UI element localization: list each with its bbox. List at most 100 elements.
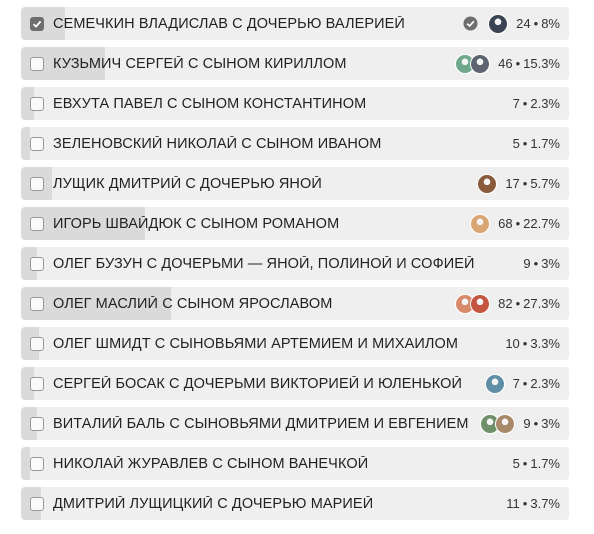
avatar[interactable] (488, 13, 509, 34)
vote-stats: 5 • 1.7% (513, 456, 560, 471)
checkbox-icon[interactable] (30, 336, 44, 351)
separator-dot: • (522, 456, 528, 471)
checkbox-icon[interactable] (30, 216, 44, 231)
separator-dot: • (522, 96, 528, 111)
vote-count: 9 (523, 256, 531, 271)
poll-option[interactable]: ОЛЕГ МАСЛИЙ С СЫНОМ ЯРОСЛАВОМ 82 • 27.3% (21, 287, 569, 320)
checkbox-icon[interactable] (30, 16, 44, 31)
poll-option[interactable]: ВИТАЛИЙ БАЛЬ С СЫНОВЬЯМИ ДМИТРИЕМ И ЕВГЕ… (21, 407, 569, 440)
vote-stats: 24 • 8% (516, 16, 560, 31)
poll-option[interactable]: ЗЕЛЕНОВСКИЙ НИКОЛАЙ С СЫНОМ ИВАНОМ 5 • 1.7% (21, 127, 569, 160)
separator-dot: • (522, 176, 528, 191)
checkbox-icon[interactable] (30, 136, 44, 151)
vote-percent: 8% (541, 16, 560, 31)
voter-avatars[interactable] (484, 373, 505, 394)
vote-percent: 1.7% (530, 456, 560, 471)
separator-dot: • (515, 296, 521, 311)
option-label: КУЗЬМИЧ СЕРГЕЙ С СЫНОМ КИРИЛЛОМ (53, 55, 347, 72)
voter-avatars[interactable] (455, 53, 491, 74)
checkbox-icon[interactable] (30, 56, 44, 71)
avatar[interactable] (495, 413, 516, 434)
vote-percent: 3.3% (530, 336, 560, 351)
vote-stats: 11 • 3.7% (506, 496, 560, 511)
option-label: ОЛЕГ БУЗУН С ДОЧЕРЬМИ — ЯНОЙ, ПОЛИНОЙ И … (53, 255, 475, 272)
poll-option[interactable]: НИКОЛАЙ ЖУРАВЛЕВ С СЫНОМ ВАНЕЧКОЙ 5 • 1.7% (21, 447, 569, 480)
vote-stats: 7 • 2.3% (513, 96, 560, 111)
poll-option[interactable]: КУЗЬМИЧ СЕРГЕЙ С СЫНОМ КИРИЛЛОМ 46 • 15.3% (21, 47, 569, 80)
vote-stats: 10 • 3.3% (505, 336, 560, 351)
vote-count: 5 (512, 136, 520, 151)
vote-count: 17 (505, 176, 520, 191)
separator-dot: • (522, 376, 528, 391)
vote-stats: 46 • 15.3% (498, 56, 560, 71)
separator-dot: • (533, 416, 539, 431)
checkbox-icon[interactable] (30, 256, 44, 271)
checkbox-icon[interactable] (30, 176, 44, 191)
vote-count: 7 (512, 96, 520, 111)
vote-count: 5 (512, 456, 520, 471)
option-label: ЕВХУТА ПАВЕЛ С СЫНОМ КОНСТАНТИНОМ (53, 95, 367, 112)
option-label: ВИТАЛИЙ БАЛЬ С СЫНОВЬЯМИ ДМИТРИЕМ И ЕВГЕ… (53, 415, 469, 432)
vote-percent: 1.7% (530, 136, 560, 151)
separator-dot: • (533, 16, 539, 31)
poll-option[interactable]: СЕМЕЧКИН ВЛАДИСЛАВ С ДОЧЕРЬЮ ВАЛЕРИЕЙ 24 •… (21, 7, 569, 40)
avatar[interactable] (470, 213, 491, 234)
poll-option[interactable]: ДМИТРИЙ ЛУЩИЦКИЙ С ДОЧЕРЬЮ МАРИЕЙ 11 • 3.7% (21, 487, 569, 520)
option-label: ОЛЕГ ШМИДТ С СЫНОВЬЯМИ АРТЕМИЕМ И МИХАИЛ… (53, 335, 459, 352)
option-label: ЛУЩИК ДМИТРИЙ С ДОЧЕРЬЮ ЯНОЙ (53, 175, 322, 192)
vote-stats: 82 • 27.3% (498, 296, 560, 311)
vote-percent: 2.3% (530, 376, 560, 391)
vote-stats: 9 • 3% (523, 256, 560, 271)
vote-count: 24 (516, 16, 531, 31)
avatar[interactable] (470, 293, 491, 314)
option-label: СЕРГЕЙ БОСАК С ДОЧЕРЬМИ ВИКТОРИЕЙ И ЮЛЕН… (53, 375, 462, 392)
poll-option[interactable]: ЕВХУТА ПАВЕЛ С СЫНОМ КОНСТАНТИНОМ 7 • 2.3% (21, 87, 569, 120)
checkbox-icon[interactable] (30, 456, 44, 471)
checkbox-icon[interactable] (30, 296, 44, 311)
avatar[interactable] (484, 373, 505, 394)
separator-dot: • (515, 56, 521, 71)
voter-avatars[interactable] (480, 413, 516, 434)
poll-option[interactable]: ОЛЕГ БУЗУН С ДОЧЕРЬМИ — ЯНОЙ, ПОЛИНОЙ И … (21, 247, 569, 280)
poll-option[interactable]: ИГОРЬ ШВАЙДЮК С СЫНОМ РОМАНОМ 68 • 22.7% (21, 207, 569, 240)
option-label: ОЛЕГ МАСЛИЙ С СЫНОМ ЯРОСЛАВОМ (53, 295, 333, 312)
vote-percent: 22.7% (523, 216, 560, 231)
vote-stats: 17 • 5.7% (505, 176, 560, 191)
poll-option[interactable]: ОЛЕГ ШМИДТ С СЫНОВЬЯМИ АРТЕМИЕМ И МИХАИЛ… (21, 327, 569, 360)
vote-percent: 3.7% (530, 496, 560, 511)
vote-count: 82 (498, 296, 513, 311)
vote-count: 11 (506, 496, 520, 511)
vote-count: 9 (523, 416, 531, 431)
avatar[interactable] (477, 173, 498, 194)
vote-percent: 2.3% (530, 96, 560, 111)
avatar[interactable] (470, 53, 491, 74)
checkbox-icon[interactable] (30, 416, 44, 431)
separator-dot: • (522, 136, 528, 151)
vote-percent: 15.3% (523, 56, 560, 71)
vote-count: 68 (498, 216, 513, 231)
vote-percent: 3% (541, 256, 560, 271)
vote-percent: 5.7% (530, 176, 560, 191)
poll-option[interactable]: СЕРГЕЙ БОСАК С ДОЧЕРЬМИ ВИКТОРИЕЙ И ЮЛЕН… (21, 367, 569, 400)
vote-percent: 3% (541, 416, 560, 431)
vote-count: 10 (505, 336, 520, 351)
voter-avatars[interactable] (477, 173, 498, 194)
vote-stats: 7 • 2.3% (513, 376, 560, 391)
voter-avatars[interactable] (470, 213, 491, 234)
checkbox-icon[interactable] (30, 96, 44, 111)
poll-option[interactable]: ЛУЩИК ДМИТРИЙ С ДОЧЕРЬЮ ЯНОЙ 17 • 5.7% (21, 167, 569, 200)
checkbox-icon[interactable] (30, 376, 44, 391)
check-icon (32, 20, 42, 28)
option-label: ДМИТРИЙ ЛУЩИЦКИЙ С ДОЧЕРЬЮ МАРИЕЙ (53, 495, 374, 512)
vote-percent: 27.3% (523, 296, 560, 311)
vote-stats: 68 • 22.7% (498, 216, 560, 231)
option-label: СЕМЕЧКИН ВЛАДИСЛАВ С ДОЧЕРЬЮ ВАЛЕРИЕЙ (53, 15, 405, 32)
option-label: ИГОРЬ ШВАЙДЮК С СЫНОМ РОМАНОМ (53, 215, 340, 232)
checkbox-icon[interactable] (30, 496, 44, 511)
vote-stats: 5 • 1.7% (513, 136, 560, 151)
poll: СЕМЕЧКИН ВЛАДИСЛАВ С ДОЧЕРЬЮ ВАЛЕРИЕЙ 24 •… (21, 7, 569, 527)
voter-avatars[interactable] (488, 13, 509, 34)
option-label: ЗЕЛЕНОВСКИЙ НИКОЛАЙ С СЫНОМ ИВАНОМ (53, 135, 382, 152)
voter-avatars[interactable] (455, 293, 491, 314)
vote-count: 46 (498, 56, 513, 71)
